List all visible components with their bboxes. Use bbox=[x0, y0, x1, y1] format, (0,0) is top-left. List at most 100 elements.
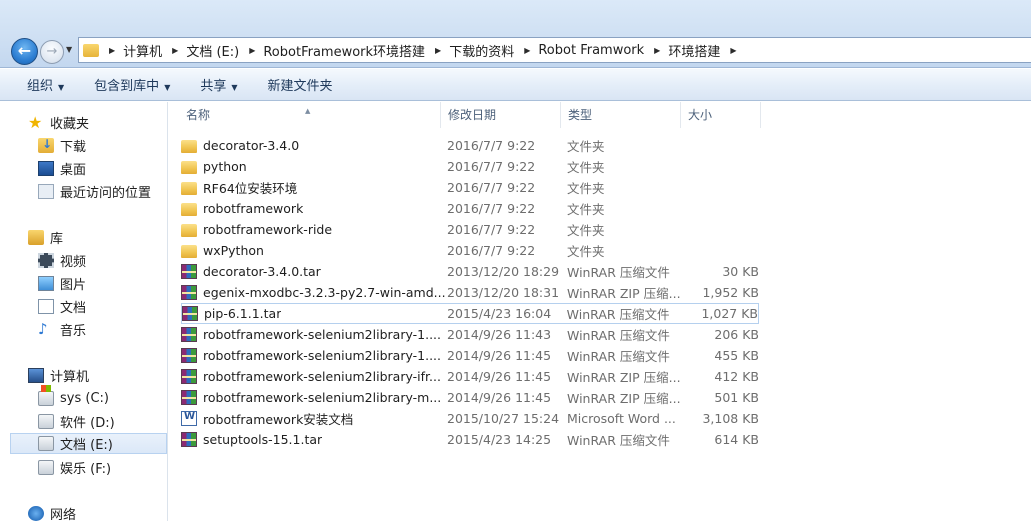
caret-down-icon: ▼ bbox=[231, 83, 238, 92]
new-folder-button[interactable]: 新建文件夹 bbox=[268, 75, 333, 94]
nav-drive-c[interactable]: sys (C:) bbox=[38, 385, 109, 409]
folder-icon bbox=[181, 202, 197, 216]
rar-icon bbox=[182, 306, 198, 321]
breadcrumb-drive-e[interactable]: 文档 (E:) bbox=[186, 41, 239, 60]
nav-computer-label: 计算机 bbox=[50, 370, 90, 385]
column-header-date[interactable]: 修改日期 bbox=[441, 102, 561, 128]
nav-music-label: 音乐 bbox=[60, 324, 87, 339]
chevron-right-icon[interactable]: ▶ bbox=[109, 46, 115, 55]
nav-documents[interactable]: 文档 bbox=[38, 296, 86, 317]
nav-pictures[interactable]: 图片 bbox=[38, 273, 86, 294]
system-drive-icon bbox=[38, 385, 54, 406]
file-row[interactable]: robotframework-selenium2library-1.... 201… bbox=[181, 345, 759, 366]
address-bar[interactable]: ▶ 计算机 ▶ 文档 (E:) ▶ RobotFramework环境搭建 ▶ 下… bbox=[78, 37, 1031, 63]
file-type: 文件夹 bbox=[567, 181, 605, 196]
column-header-size[interactable]: 大小 bbox=[681, 102, 761, 128]
nav-favorites[interactable]: ★ 收藏夹 bbox=[28, 112, 89, 133]
chevron-right-icon[interactable]: ▶ bbox=[249, 46, 255, 55]
file-row[interactable]: robotframework 2016/7/7 9:22 文件夹 bbox=[181, 198, 759, 219]
file-name-cell: python bbox=[181, 159, 447, 174]
nav-drive-f[interactable]: 娱乐 (F:) bbox=[38, 457, 111, 478]
recent-places-icon bbox=[38, 184, 54, 199]
file-size: 206 KB bbox=[714, 327, 759, 342]
forward-button[interactable]: → bbox=[40, 40, 64, 64]
nav-documents-label: 文档 bbox=[60, 301, 87, 316]
file-row[interactable]: decorator-3.4.0.tar 2013/12/20 18:29 WinRA… bbox=[181, 261, 759, 282]
window-titlebar: ← → ▼ ▶ 计算机 ▶ 文档 (E:) ▶ RobotFramework环境… bbox=[0, 0, 1031, 68]
file-name: robotframework-selenium2library-m... bbox=[203, 390, 442, 405]
organize-button[interactable]: 组织 ▼ bbox=[27, 75, 64, 94]
file-name-cell: pip-6.1.1.tar bbox=[182, 306, 447, 321]
breadcrumb-computer[interactable]: 计算机 bbox=[123, 41, 162, 60]
file-size: 1,027 KB bbox=[701, 306, 758, 321]
chevron-right-icon[interactable]: ▶ bbox=[435, 46, 441, 55]
nav-drive-d[interactable]: 软件 (D:) bbox=[38, 411, 115, 432]
nav-pictures-label: 图片 bbox=[60, 278, 87, 293]
chevron-right-icon[interactable]: ▶ bbox=[172, 46, 178, 55]
file-row[interactable]: egenix-mxodbc-3.2.3-py2.7-win-amd... 2013… bbox=[181, 282, 759, 303]
nav-computer[interactable]: 计算机 bbox=[28, 365, 89, 386]
nav-videos[interactable]: 视频 bbox=[38, 250, 86, 271]
file-row[interactable]: python 2016/7/7 9:22 文件夹 bbox=[181, 156, 759, 177]
nav-downloads[interactable]: 下载 bbox=[38, 135, 86, 156]
caret-down-icon: ▼ bbox=[164, 83, 171, 92]
file-row[interactable]: setuptools-15.1.tar 2015/4/23 14:25 WinRAR… bbox=[181, 429, 759, 450]
file-row[interactable]: robotframework-ride 2016/7/7 9:22 文件夹 bbox=[181, 219, 759, 240]
nav-drive-e-label: 文档 (E:) bbox=[60, 438, 113, 453]
file-row[interactable]: decorator-3.4.0 2016/7/7 9:22 文件夹 bbox=[181, 135, 759, 156]
file-name: RF64位安装环境 bbox=[203, 181, 298, 196]
caret-down-icon: ▼ bbox=[58, 83, 65, 92]
chevron-right-icon[interactable]: ▶ bbox=[524, 46, 530, 55]
breadcrumb-downloaded-materials[interactable]: 下载的资料 bbox=[449, 41, 514, 60]
include-in-library-button[interactable]: 包含到库中 ▼ bbox=[94, 75, 170, 94]
nav-drive-e[interactable]: 文档 (E:) bbox=[10, 433, 167, 454]
breadcrumb-robot-framwork[interactable]: Robot Framwork bbox=[538, 43, 644, 58]
nav-network[interactable]: 网络 bbox=[28, 503, 76, 521]
folder-icon bbox=[181, 223, 197, 237]
file-name-cell: robotframework-ride bbox=[181, 222, 447, 237]
folder-icon bbox=[181, 244, 197, 258]
share-button[interactable]: 共享 ▼ bbox=[200, 75, 237, 94]
file-date: 2016/7/7 9:22 bbox=[447, 138, 536, 153]
breadcrumb-env-setup[interactable]: 环境搭建 bbox=[668, 41, 720, 60]
nav-libraries[interactable]: 库 bbox=[28, 227, 63, 248]
file-name-cell: setuptools-15.1.tar bbox=[181, 432, 447, 447]
breadcrumb-robotframework-setup[interactable]: RobotFramework环境搭建 bbox=[263, 41, 425, 60]
navigation-pane: ★ 收藏夹 下载 桌面 最近访问的位置 库 视频 图片 文档 ♪ 音乐 计算机 sy… bbox=[0, 102, 168, 521]
nav-music[interactable]: ♪ 音乐 bbox=[38, 319, 86, 340]
file-size: 614 KB bbox=[714, 432, 759, 447]
recent-pages-dropdown[interactable]: ▼ bbox=[66, 45, 72, 54]
file-name-cell: robotframework-selenium2library-ifr... bbox=[181, 369, 447, 384]
file-name-cell: robotframework-selenium2library-1.... bbox=[181, 327, 447, 342]
file-row[interactable]: pip-6.1.1.tar 2015/4/23 16:04 WinRAR 压缩文件 1… bbox=[181, 303, 759, 324]
file-row[interactable]: robotframework-selenium2library-m... 2014… bbox=[181, 387, 759, 408]
nav-desktop[interactable]: 桌面 bbox=[38, 158, 86, 179]
file-row[interactable]: robotframework安装文档 2015/10/27 15:24 Micros… bbox=[181, 408, 759, 429]
chevron-right-icon[interactable]: ▶ bbox=[654, 46, 660, 55]
file-date: 2016/7/7 9:22 bbox=[447, 159, 536, 174]
document-icon bbox=[38, 299, 54, 314]
nav-drive-d-label: 软件 (D:) bbox=[60, 416, 115, 431]
file-date: 2013/12/20 18:29 bbox=[447, 264, 560, 279]
file-name-cell: robotframework安装文档 bbox=[181, 409, 447, 428]
file-name-cell: egenix-mxodbc-3.2.3-py2.7-win-amd... bbox=[181, 285, 447, 300]
file-row[interactable]: robotframework-selenium2library-ifr... 20… bbox=[181, 366, 759, 387]
nav-recent-places[interactable]: 最近访问的位置 bbox=[38, 181, 151, 202]
nav-desktop-label: 桌面 bbox=[60, 163, 87, 178]
back-button[interactable]: ← bbox=[11, 38, 38, 65]
file-row[interactable]: robotframework-selenium2library-1.... 201… bbox=[181, 324, 759, 345]
command-toolbar: 组织 ▼ 包含到库中 ▼ 共享 ▼ 新建文件夹 bbox=[0, 69, 1031, 101]
file-name: robotframework-ride bbox=[203, 222, 333, 237]
hard-drive-icon bbox=[38, 460, 54, 475]
file-row[interactable]: wxPython 2016/7/7 9:22 文件夹 bbox=[181, 240, 759, 261]
file-row[interactable]: RF64位安装环境 2016/7/7 9:22 文件夹 bbox=[181, 177, 759, 198]
file-type: WinRAR 压缩文件 bbox=[567, 349, 670, 364]
file-date: 2015/10/27 15:24 bbox=[447, 411, 560, 426]
file-type: WinRAR ZIP 压缩... bbox=[567, 370, 681, 385]
column-header-type[interactable]: 类型 bbox=[561, 102, 681, 128]
file-size: 1,952 KB bbox=[702, 285, 759, 300]
chevron-right-icon[interactable]: ▶ bbox=[730, 46, 736, 55]
column-header-name[interactable]: ▲ 名称 bbox=[169, 102, 441, 128]
file-date: 2014/9/26 11:43 bbox=[447, 327, 552, 342]
folder-icon bbox=[181, 139, 197, 153]
